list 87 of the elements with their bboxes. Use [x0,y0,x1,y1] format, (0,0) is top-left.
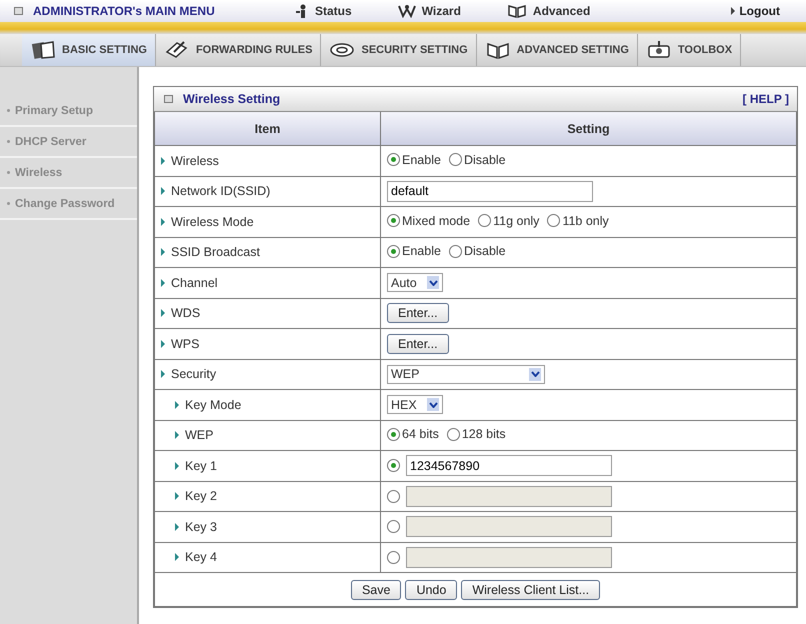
option-label: 11b only [562,214,609,228]
bullet-icon [7,140,10,143]
enter-button[interactable]: Enter... [387,303,449,324]
menu-link[interactable]: Status [295,4,352,18]
tab[interactable]: TOOLBOX [638,34,742,66]
option-label: Disable [464,244,506,258]
book-icon [506,4,527,18]
figure-icon [398,4,416,18]
triangle-icon [175,400,179,409]
triangle-icon [161,370,165,378]
option-label: Enable [402,152,441,166]
square-icon [14,7,23,15]
menu-title: ADMINISTRATOR's MAIN MENU [33,4,216,18]
radio-button[interactable] [448,244,462,258]
column-header: Setting [380,112,796,146]
enter-button[interactable]: Enter... [387,334,449,354]
triangle-icon [161,340,165,348]
item-label: Key 3 [185,520,217,534]
radio-button[interactable] [446,428,460,440]
option-label: 11g only [493,214,540,228]
radio-button[interactable] [547,214,560,227]
item-label: WEP [185,428,214,442]
triangle-icon [175,522,179,531]
action-button[interactable]: Undo [405,580,458,600]
bullet-icon [7,109,10,112]
key-field[interactable]: 1234567890 [406,455,612,476]
option-label: 128 bits [462,427,506,441]
toolbox-icon [646,40,672,60]
radio-button[interactable] [478,214,492,227]
dropdown[interactable]: Auto [387,273,443,292]
bullet-icon [7,171,10,174]
pen-icon [164,40,190,60]
item-label: WDS [171,306,200,320]
dropdown[interactable]: HEX [387,395,443,414]
radio-button[interactable] [387,244,400,258]
book-icon [484,40,511,60]
radio-button[interactable] [387,214,400,227]
column-header: Item [154,112,380,146]
option-label: Disable [464,152,506,166]
triangle-icon [175,492,179,500]
triangle-icon [161,248,165,256]
radio-button[interactable] [387,153,400,166]
triangle-icon [175,431,179,440]
option-label: Mixed mode [402,214,470,228]
item-label: Security [171,367,216,382]
triangle-icon [161,218,165,226]
radio-button[interactable] [387,428,400,440]
triangle-icon [175,462,179,470]
ssid-field[interactable]: default [387,180,593,202]
item-label: Wireless Mode [171,214,254,229]
item-label: Key 4 [185,550,217,564]
triangle-icon [161,187,165,196]
triangle-icon [175,553,179,562]
item-label: WPS [171,336,200,351]
item-label: Wireless [171,154,219,168]
triangle-icon [161,309,165,318]
item-label: SSID Broadcast [171,245,260,260]
help-link[interactable]: [ HELP ] [742,92,789,106]
action-button[interactable]: Wireless Client List... [461,580,600,600]
tab[interactable]: BASIC SETTING [22,34,156,66]
chevron-icon [427,276,439,290]
triangle-icon [161,156,165,165]
tab[interactable]: SECURITY SETTING [321,34,477,66]
action-button[interactable]: Save [350,580,402,600]
triangle-icon [161,278,165,287]
bullet-icon [7,202,10,205]
item-label: Network ID(SSID) [171,184,270,198]
item-label: Key 2 [185,489,217,504]
chevron-icon [427,398,439,412]
square-icon [164,95,173,103]
item-label: Key 1 [185,458,217,473]
panel-title: Wireless Setting [183,92,280,106]
radio-button[interactable] [387,459,400,472]
menu-link[interactable]: Wizard [398,4,461,18]
tab[interactable]: ADVANCED SETTING [476,34,638,66]
option-label: Enable [402,244,441,258]
radio-button[interactable] [448,153,462,166]
menu-link[interactable]: Advanced [506,4,590,18]
option-label: 64 bits [402,427,439,441]
dropdown[interactable]: WEP [387,364,545,384]
item-label: Key Mode [185,398,242,412]
folder-icon [30,40,56,60]
triangle-icon [731,7,736,15]
logout-link[interactable]: Logout [739,4,780,18]
item-label: Channel [171,276,218,290]
chevron-icon [529,368,541,381]
tab[interactable]: FORWARDING RULES [156,34,322,66]
